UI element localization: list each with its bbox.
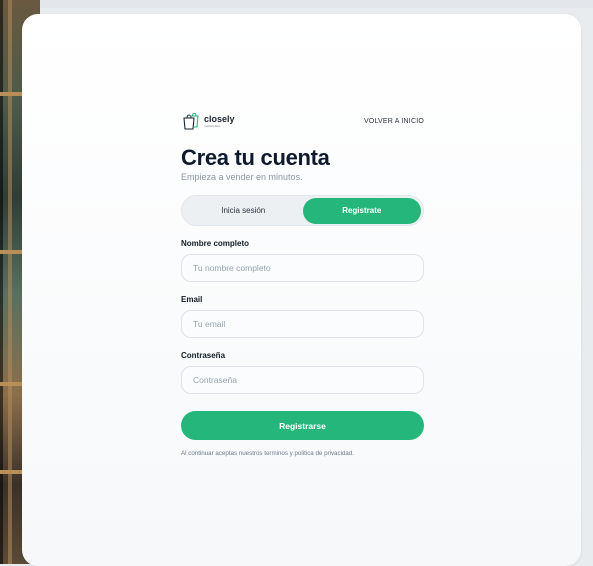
full-name-label: Nombre completo <box>181 239 250 248</box>
top-band <box>0 0 593 8</box>
page-subtitle: Empieza a vender en minutos. <box>181 172 303 182</box>
back-to-home-link[interactable]: VOLVER A INICIO <box>364 118 424 125</box>
email-label: Email <box>181 295 203 304</box>
tab-login[interactable]: Inicia sesión <box>184 198 303 224</box>
page-title: Crea tu cuenta <box>181 145 330 170</box>
form-header: closely marketplace VOLVER A INICIO <box>181 110 424 132</box>
auth-toggle: Inicia sesión Registrate <box>181 195 424 226</box>
full-name-input[interactable] <box>191 262 414 274</box>
tab-register[interactable]: Registrate <box>302 197 421 224</box>
brand-text: closely marketplace <box>204 113 235 128</box>
shopping-bag-icon <box>183 112 199 130</box>
brand-tagline: marketplace <box>204 123 221 128</box>
signup-form: closely marketplace VOLVER A INICIO Crea… <box>181 110 424 457</box>
brand-name: closely <box>204 113 235 124</box>
full-name-field <box>181 254 424 282</box>
brand-logo[interactable]: closely marketplace <box>181 111 235 131</box>
legal-notice: Al continuar aceptas nuestros terminos y… <box>181 450 354 457</box>
email-input[interactable] <box>191 318 414 330</box>
password-label: Contraseña <box>181 351 226 360</box>
email-field <box>181 310 424 338</box>
password-field <box>181 366 424 394</box>
password-input[interactable] <box>191 374 414 386</box>
register-button[interactable]: Registrarse <box>181 411 424 440</box>
